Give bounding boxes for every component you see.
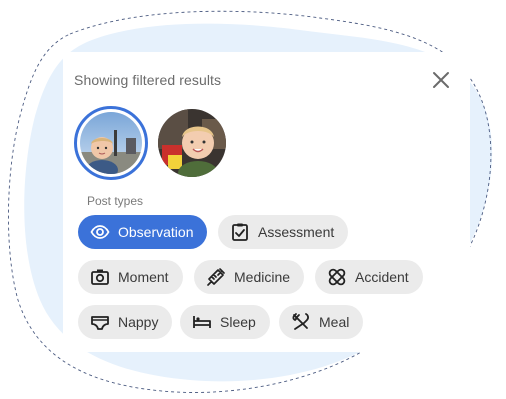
- chip-label: Moment: [118, 269, 169, 285]
- utensils-icon: [291, 312, 311, 332]
- child-avatar-selected[interactable]: [74, 106, 148, 180]
- filter-panel: Showing filtered results Post types Obse…: [63, 52, 470, 352]
- child-photo: [158, 109, 226, 177]
- chip-sleep[interactable]: Sleep: [180, 305, 270, 339]
- clipboard-check-icon: [230, 222, 250, 242]
- child-avatar[interactable]: [158, 109, 226, 177]
- chip-nappy[interactable]: Nappy: [78, 305, 173, 339]
- chip-medicine[interactable]: Medicine: [194, 260, 305, 294]
- chip-moment[interactable]: Moment: [78, 260, 183, 294]
- bed-icon: [192, 312, 212, 332]
- screen: Showing filtered results Post types Obse…: [0, 0, 506, 399]
- close-icon: [433, 72, 449, 88]
- chip-label: Observation: [118, 224, 194, 240]
- bandage-icon: [327, 267, 347, 287]
- chip-label: Accident: [355, 269, 409, 285]
- camera-icon: [90, 267, 110, 287]
- chip-meal[interactable]: Meal: [279, 305, 364, 339]
- chip-accident[interactable]: Accident: [315, 260, 423, 294]
- eye-icon: [90, 222, 110, 242]
- syringe-icon: [206, 267, 226, 287]
- close-button[interactable]: [427, 66, 455, 94]
- post-types-label: Post types: [87, 194, 144, 208]
- chip-label: Assessment: [258, 224, 335, 240]
- child-photo: [80, 112, 142, 174]
- chip-assessment[interactable]: Assessment: [218, 215, 349, 249]
- panel-title: Showing filtered results: [74, 72, 222, 88]
- chip-label: Medicine: [234, 269, 291, 285]
- chip-label: Nappy: [118, 314, 159, 330]
- chip-observation[interactable]: Observation: [78, 215, 208, 249]
- chip-label: Meal: [319, 314, 350, 330]
- nappy-icon: [90, 312, 110, 332]
- chip-label: Sleep: [220, 314, 256, 330]
